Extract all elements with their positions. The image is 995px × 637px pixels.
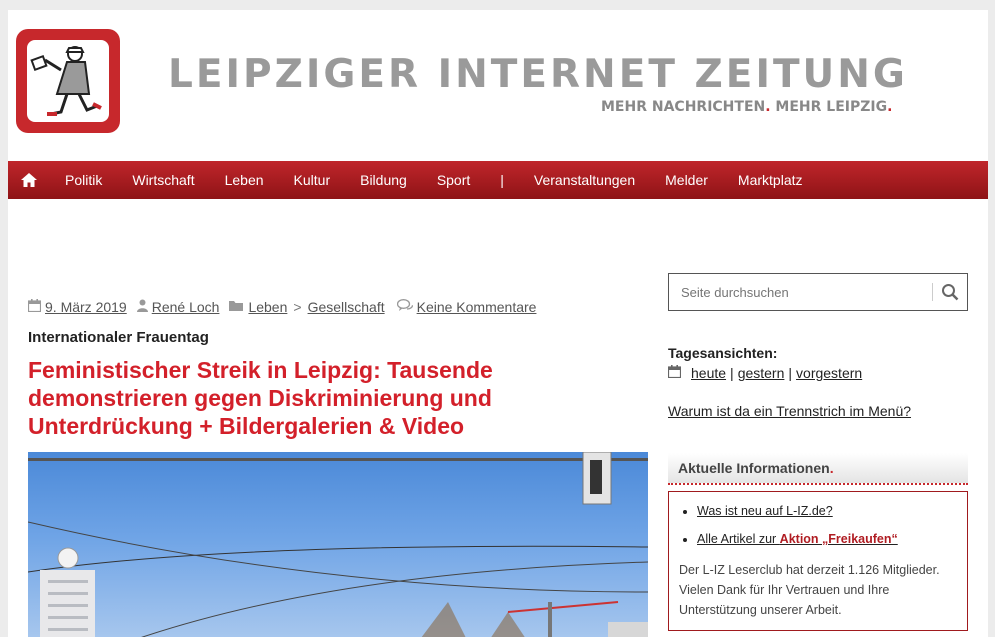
search-icon[interactable]: [933, 274, 967, 310]
info-box: Was ist neu auf L-IZ.de? Alle Artikel zu…: [668, 491, 968, 631]
home-icon[interactable]: [8, 161, 50, 199]
nav-item-melder[interactable]: Melder: [650, 172, 723, 188]
info-box-list: Was ist neu auf L-IZ.de? Alle Artikel zu…: [679, 504, 957, 546]
daily-views-links: heute | gestern | vorgestern: [667, 365, 968, 381]
info-box-title: Aktuelle Informationen: [678, 460, 830, 476]
article-author-link[interactable]: René Loch: [152, 299, 220, 315]
calendar-icon: [667, 365, 682, 381]
daily-views-label: Tagesansichten:: [668, 345, 778, 361]
list-item: Alle Artikel zur Aktion „Freikaufen“: [697, 532, 957, 546]
site-header: LEIPZIGER INTERNET ZEITUNG MEHR NACHRICH…: [8, 10, 988, 150]
tagline-dot: .: [887, 99, 893, 115]
site-tagline: MEHR NACHRICHTEN. MEHR LEIPZIG.: [601, 99, 892, 115]
search-input[interactable]: [679, 283, 932, 301]
article-date-link[interactable]: 9. März 2019: [45, 299, 127, 315]
site-logo[interactable]: [16, 29, 120, 133]
article-meta: 9. März 2019 René Loch Leben > Gesellsch…: [27, 299, 648, 315]
daily-view-separator: |: [788, 365, 793, 381]
tagline-part2: MEHR LEIPZIG: [770, 99, 888, 115]
folder-icon: [229, 299, 244, 315]
freikaufen-articles-link[interactable]: Alle Artikel zur Aktion „Freikaufen“: [697, 532, 898, 546]
daily-view-separator: |: [730, 365, 734, 381]
tagline-part1: MEHR NACHRICHTEN: [601, 99, 766, 115]
article-kicker: Internationaler Frauentag: [28, 329, 209, 346]
nav-item-veranstaltungen[interactable]: Veranstaltungen: [519, 172, 650, 188]
newspaper-carrier-logo-icon: [27, 40, 109, 122]
sidebar: Tagesansichten: heute | gestern | vorges…: [667, 273, 968, 631]
main-navigation: Politik Wirtschaft Leben Kultur Bildung …: [8, 161, 988, 199]
nav-item-separator[interactable]: |: [485, 172, 519, 188]
whats-new-link[interactable]: Was ist neu auf L-IZ.de?: [697, 504, 833, 518]
daily-view-day-before-link[interactable]: vorgestern: [796, 365, 862, 381]
site-title: LEIPZIGER INTERNET ZEITUNG: [168, 52, 908, 97]
leserclub-text: Der L-IZ Leserclub hat derzeit 1.126 Mit…: [679, 563, 940, 617]
menu-separator-info: Warum ist da ein Trennstrich im Menü?: [668, 403, 968, 419]
article-main: 9. März 2019 René Loch Leben > Gesellsch…: [27, 299, 648, 637]
article-category-link[interactable]: Leben: [248, 299, 287, 315]
menu-separator-question-link[interactable]: Warum ist da ein Trennstrich im Menü?: [668, 403, 911, 419]
nav-item-kultur[interactable]: Kultur: [279, 172, 346, 188]
info-box-header: Aktuelle Informationen.: [668, 453, 968, 485]
comments-icon: [396, 299, 413, 315]
freikaufen-link-highlight: Aktion „Freikaufen“: [779, 532, 898, 546]
info-box-title-dot: .: [829, 460, 834, 476]
article-headline[interactable]: Feministischer Streik in Leipzig: Tausen…: [28, 356, 648, 440]
category-separator: >: [293, 299, 302, 315]
user-icon: [136, 299, 148, 315]
article-comments-link[interactable]: Keine Kommentare: [417, 299, 537, 315]
nav-item-marktplatz[interactable]: Marktplatz: [723, 172, 818, 188]
daily-view-yesterday-link[interactable]: gestern: [738, 365, 785, 381]
calendar-icon: [27, 299, 42, 315]
article-hero-image[interactable]: [28, 452, 648, 637]
freikaufen-link-prefix: Alle Artikel zur: [697, 532, 780, 546]
nav-item-leben[interactable]: Leben: [210, 172, 279, 188]
daily-view-today-link[interactable]: heute: [691, 365, 726, 381]
list-item: Was ist neu auf L-IZ.de?: [697, 504, 957, 518]
nav-item-bildung[interactable]: Bildung: [345, 172, 422, 188]
nav-item-wirtschaft[interactable]: Wirtschaft: [117, 172, 209, 188]
page: LEIPZIGER INTERNET ZEITUNG MEHR NACHRICH…: [8, 10, 988, 637]
nav-item-politik[interactable]: Politik: [50, 172, 117, 188]
search-box: [668, 273, 968, 311]
nav-item-sport[interactable]: Sport: [422, 172, 485, 188]
article-subcategory-link[interactable]: Gesellschaft: [308, 299, 385, 315]
